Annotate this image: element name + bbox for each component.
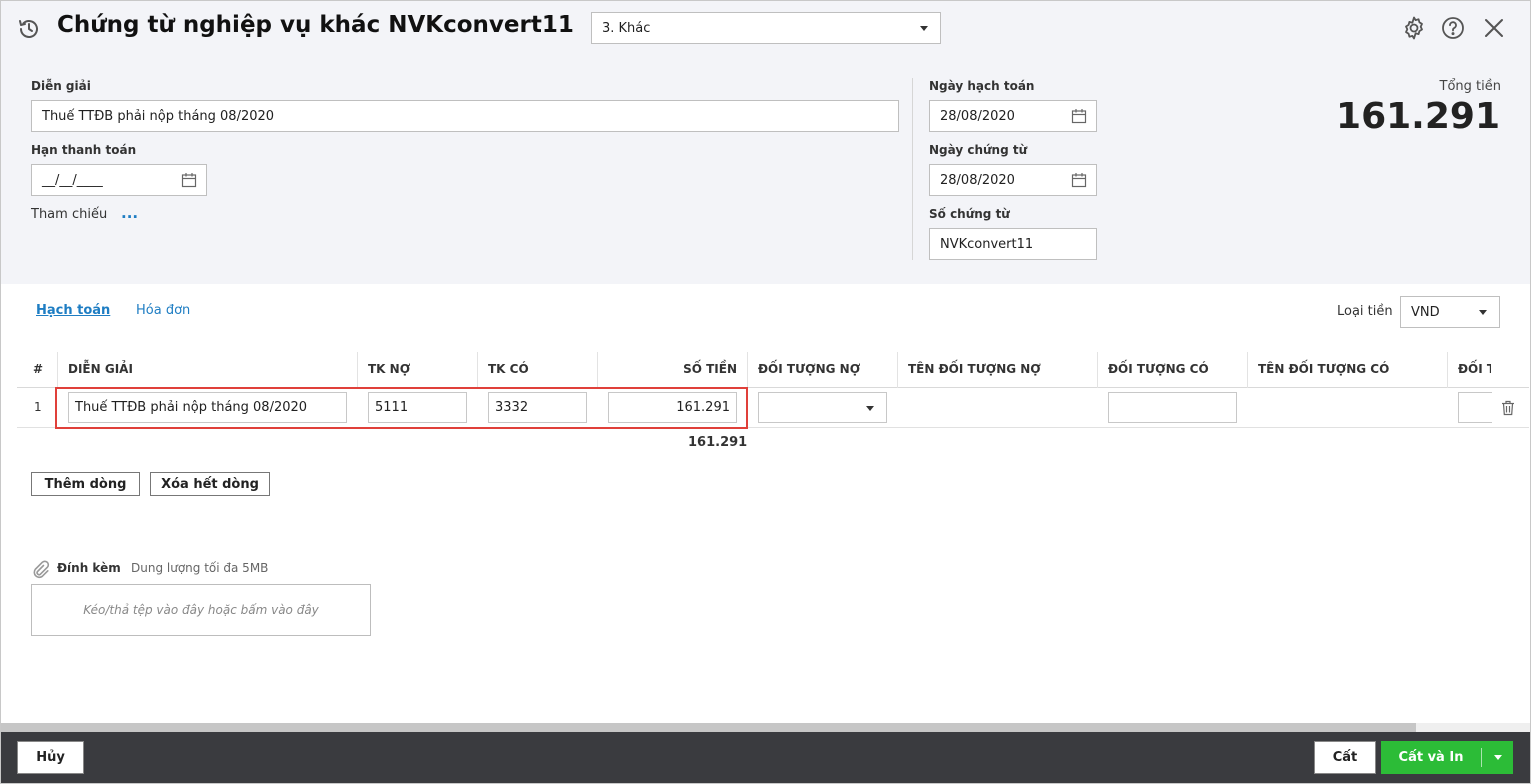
currency-label: Loại tiền — [1337, 304, 1393, 319]
total-label: Tổng tiền — [1439, 79, 1501, 94]
column-header-no: # — [33, 362, 44, 376]
row-debit-object-select[interactable] — [758, 392, 887, 423]
row-credit-object-input[interactable] — [1108, 392, 1237, 423]
gear-icon[interactable] — [1401, 15, 1427, 41]
clear-rows-button[interactable]: Xóa hết dòng — [150, 472, 270, 496]
due-date-value: __/__/____ — [42, 172, 103, 188]
calendar-icon[interactable] — [181, 172, 197, 188]
voucher-date-value: 28/08/2020 — [940, 172, 1015, 188]
save-options-dropdown[interactable] — [1482, 741, 1513, 774]
row-credit-account-value: 3332 — [495, 400, 529, 415]
column-header-credit-object-more: ĐỐI T — [1447, 352, 1491, 388]
cancel-button[interactable]: Hủy — [17, 741, 84, 774]
column-divider — [912, 78, 913, 260]
calendar-icon[interactable] — [1071, 108, 1087, 124]
column-header-debit-object: ĐỐI TƯỢNG NỢ — [747, 352, 897, 388]
close-icon[interactable] — [1481, 15, 1507, 41]
row-number: 1 — [34, 400, 42, 414]
column-header-debit-object-name: TÊN ĐỐI TƯỢNG NỢ — [897, 352, 1097, 388]
scrollbar-thumb[interactable] — [1, 723, 1416, 732]
column-header-credit-object-name: TÊN ĐỐI TƯỢNG CÓ — [1247, 352, 1447, 388]
help-icon[interactable] — [1440, 15, 1466, 41]
column-header-debit-account: TK NỢ — [357, 352, 477, 388]
calendar-icon[interactable] — [1071, 172, 1087, 188]
description-input[interactable]: Thuế TTĐB phải nộp tháng 08/2020 — [31, 100, 899, 132]
chevron-down-icon — [920, 26, 928, 31]
attachment-dropzone[interactable]: Kéo/thả tệp vào đây hoặc bấm vào đây — [31, 584, 371, 636]
attachment-label: Đính kèm — [57, 561, 121, 575]
total-amount: 161.291 — [1336, 96, 1500, 137]
trash-icon[interactable] — [1501, 400, 1515, 416]
save-and-print-button[interactable]: Cất và In — [1381, 741, 1513, 774]
due-date-input[interactable]: __/__/____ — [31, 164, 207, 196]
description-label: Diễn giải — [31, 79, 91, 93]
add-row-button[interactable]: Thêm dòng — [31, 472, 140, 496]
voucher-number-input[interactable]: NVKconvert11 — [929, 228, 1097, 260]
row-amount-input[interactable]: 161.291 — [608, 392, 737, 423]
currency-select[interactable]: VND — [1400, 296, 1500, 328]
tab-hach-toan[interactable]: Hạch toán — [36, 303, 110, 318]
save-button[interactable]: Cất — [1314, 741, 1376, 774]
chevron-down-icon — [1479, 310, 1487, 315]
table-row: 1 Thuế TTĐB phải nộp tháng 08/2020 5111 … — [17, 388, 1529, 428]
horizontal-scrollbar[interactable] — [1, 723, 1530, 732]
row-extra-input[interactable] — [1458, 392, 1492, 423]
posting-date-input[interactable]: 28/08/2020 — [929, 100, 1097, 132]
column-header-amount: SỐ TIỀN — [597, 352, 747, 388]
voucher-date-label: Ngày chứng từ — [929, 143, 1028, 157]
save-and-print-label: Cất và In — [1398, 750, 1464, 765]
posting-date-label: Ngày hạch toán — [929, 79, 1035, 93]
attachment-size-hint: Dung lượng tối đa 5MB — [131, 561, 269, 575]
voucher-type-select[interactable]: 3. Khác — [591, 12, 941, 44]
voucher-type-value: 3. Khác — [602, 20, 651, 36]
description-value: Thuế TTĐB phải nộp tháng 08/2020 — [42, 108, 275, 124]
tab-hoa-don[interactable]: Hóa đơn — [136, 303, 190, 318]
posting-date-value: 28/08/2020 — [940, 108, 1015, 124]
chevron-down-icon — [1493, 755, 1502, 760]
footer-bar: Hủy Cất Cất và In — [1, 732, 1530, 783]
row-debit-account-input[interactable]: 5111 — [368, 392, 467, 423]
column-header-credit-account: TK CÓ — [477, 352, 597, 388]
voucher-number-label: Số chứng từ — [929, 207, 1010, 221]
row-amount-value: 161.291 — [676, 400, 730, 415]
reference-link[interactable]: ... — [121, 204, 138, 222]
history-icon[interactable] — [16, 16, 42, 42]
voucher-number-value: NVKconvert11 — [940, 236, 1034, 252]
page-title: Chứng từ nghiệp vụ khác NVKconvert11 — [57, 12, 574, 38]
chevron-down-icon — [866, 406, 874, 411]
column-header-description: DIỄN GIẢI — [57, 352, 357, 388]
dropzone-text: Kéo/thả tệp vào đây hoặc bấm vào đây — [83, 603, 319, 617]
grid-header: # DIỄN GIẢI TK NỢ TK CÓ SỐ TIỀN ĐỐI TƯỢN… — [17, 352, 1529, 388]
row-description-value: Thuế TTĐB phải nộp tháng 08/2020 — [75, 400, 308, 415]
row-debit-account-value: 5111 — [375, 400, 409, 415]
amount-sum: 161.291 — [688, 435, 748, 450]
due-date-label: Hạn thanh toán — [31, 143, 137, 157]
paperclip-icon — [33, 560, 50, 579]
reference-label: Tham chiếu — [31, 207, 108, 222]
currency-value: VND — [1411, 304, 1440, 320]
row-credit-account-input[interactable]: 3332 — [488, 392, 587, 423]
column-header-credit-object: ĐỐI TƯỢNG CÓ — [1097, 352, 1247, 388]
voucher-date-input[interactable]: 28/08/2020 — [929, 164, 1097, 196]
row-description-input[interactable]: Thuế TTĐB phải nộp tháng 08/2020 — [68, 392, 347, 423]
